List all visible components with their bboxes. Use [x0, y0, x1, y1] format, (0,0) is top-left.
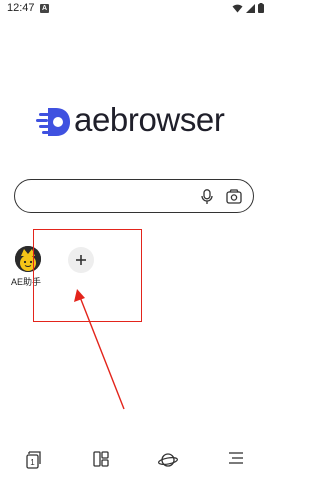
discover-button[interactable]: [158, 451, 178, 474]
aebrowser-logo: aebrowser: [36, 101, 236, 142]
menu-icon: [229, 452, 243, 464]
search-bar[interactable]: [14, 179, 254, 213]
menu-button[interactable]: [228, 451, 244, 470]
status-time: 12:47: [7, 2, 35, 14]
tabs-icon: 1: [26, 451, 41, 469]
notification-a-icon: A: [40, 4, 49, 13]
battery-icon: [258, 3, 264, 13]
tabs-button[interactable]: 1: [26, 451, 42, 474]
aebrowser-logo-icon: [36, 108, 70, 136]
signal-icon: [246, 3, 255, 13]
panels-button[interactable]: [93, 451, 109, 472]
tabs-count: 1: [30, 458, 35, 467]
bottom-nav: 1: [0, 445, 270, 475]
panels-icon: [93, 451, 109, 467]
status-bar: 12:47 A: [0, 0, 270, 18]
highlight-box: [33, 229, 142, 322]
planet-icon: [158, 453, 178, 467]
mic-icon[interactable]: [201, 189, 213, 205]
logo-text: aebrowser: [74, 101, 225, 138]
status-icons: [232, 3, 264, 13]
wifi-icon: [232, 4, 243, 12]
camera-icon[interactable]: [226, 189, 242, 204]
